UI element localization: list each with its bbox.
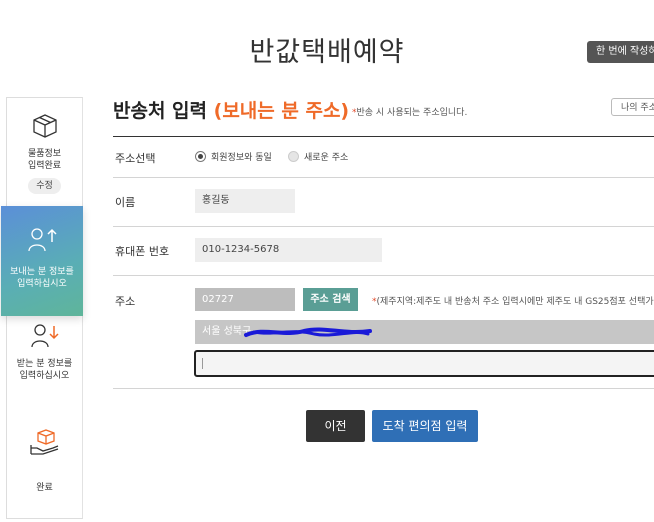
edit-badge[interactable]: 수정	[28, 178, 61, 194]
address-line2-field[interactable]	[194, 350, 654, 377]
step-label-line2: 입력하십시오	[17, 279, 67, 289]
row-divider	[113, 226, 654, 227]
step-item-product-info: 물품정보 입력완료 수정	[7, 112, 82, 194]
package-hand-icon	[29, 429, 58, 455]
next-store-button[interactable]: 도착 편의점 입력	[372, 410, 478, 442]
sender-person-icon	[28, 228, 57, 252]
phone-label: 휴대폰 번호	[115, 245, 170, 258]
step-label-line1: 받는 분 정보를	[16, 359, 73, 369]
section-title-sub: (보내는 분 주소)	[213, 100, 350, 122]
name-field[interactable]: 홍길동	[195, 189, 295, 213]
name-label: 이름	[115, 196, 136, 209]
step-label-line1: 완료	[36, 483, 53, 493]
return-note: *반송 시 사용되는 주소입니다.	[352, 105, 467, 118]
prev-button[interactable]: 이전	[306, 410, 365, 442]
section-title: 반송처 입력 (보내는 분 주소)	[113, 96, 349, 123]
address-label: 주소	[115, 295, 136, 308]
radio-selected-icon	[195, 151, 206, 162]
step-label-line1: 보내는 분 정보를	[10, 267, 74, 277]
section-title-main: 반송처 입력	[113, 100, 208, 122]
radio-label: 새로운 주소	[304, 153, 349, 163]
phone-field[interactable]: 010-1234-5678	[195, 238, 382, 262]
radio-same-as-member[interactable]: 회원정보와 동일	[195, 150, 272, 163]
jeju-note: *(제주지역:제주도 내 반송처 주소 입력시에만 제주도 내 GS25점포 선…	[372, 294, 654, 307]
row-divider	[113, 177, 654, 178]
receiver-person-icon	[30, 324, 59, 348]
box-icon	[32, 114, 57, 138]
row-divider	[113, 275, 654, 276]
step-label-line2: 입력완료	[27, 161, 62, 171]
text-cursor	[202, 358, 203, 369]
step-item-complete: 완료	[7, 428, 82, 494]
address-search-button[interactable]: 주소 검색	[303, 288, 358, 311]
return-note-text: 반송 시 사용되는 주소입니다.	[356, 108, 468, 118]
quick-write-button[interactable]: 한 번에 작성하기	[587, 41, 654, 63]
step-item-receiver-info: 받는 분 정보를 입력하십시오	[7, 322, 82, 382]
step-label-line1: 물품정보	[27, 149, 62, 159]
jeju-note-text: (제주지역:제주도 내 반송처 주소 입력시에만 제주도 내 GS25점포 선택…	[376, 297, 654, 307]
radio-label: 회원정보와 동일	[211, 153, 272, 163]
step-item-sender-info-active: 보내는 분 정보를 입력하십시오	[1, 206, 83, 316]
step-label-line2: 입력하십시오	[19, 371, 70, 381]
page-title: 반값택배예약	[249, 37, 405, 68]
address-choice-label: 주소선택	[115, 152, 156, 165]
redaction-scribble	[244, 327, 372, 337]
form-top-divider	[113, 136, 654, 137]
radio-new-address[interactable]: 새로운 주소	[288, 150, 348, 163]
my-address-book-button[interactable]: 나의 주소록	[611, 98, 654, 116]
row-divider	[113, 388, 654, 389]
zipcode-field[interactable]: 02727	[195, 288, 295, 311]
radio-unselected-icon	[288, 151, 299, 162]
